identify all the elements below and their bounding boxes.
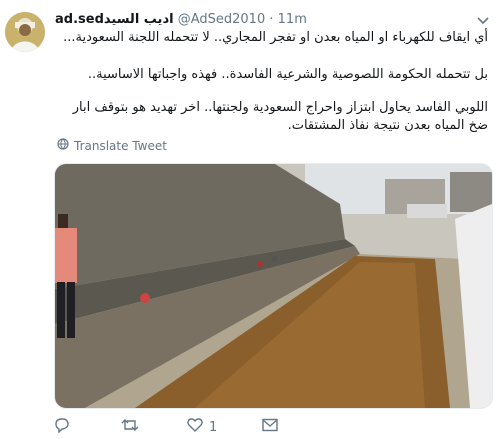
tweet-header: ad.sedاديب السيد @AdSed2010 · 11m xyxy=(55,11,307,29)
translate-tweet-label: Translate Tweet xyxy=(74,138,167,153)
translate-tweet-link[interactable]: Translate Tweet xyxy=(57,138,167,153)
author-name[interactable]: ad.sedاديب السيد xyxy=(55,12,174,27)
avatar[interactable] xyxy=(5,12,45,52)
retweet-button[interactable] xyxy=(121,417,145,437)
reply-button[interactable] xyxy=(54,417,76,437)
tweet-card[interactable]: ad.sedاديب السيد @AdSed2010 · 11m أي ايق… xyxy=(0,0,500,439)
tweet-text-line-3: اللوبي الفاسد يحاول ابتزاز واحراج السعود… xyxy=(72,100,488,133)
retweet-icon xyxy=(121,417,139,437)
chevron-down-icon[interactable] xyxy=(476,12,490,26)
direct-message-button[interactable] xyxy=(262,417,284,437)
street-flood-photo xyxy=(55,164,492,408)
globe-icon xyxy=(57,138,69,153)
tweet-text-line-1: أي ايقاف للكهرباء او المياه بعدن او تفجر… xyxy=(63,30,488,45)
tweet-text-line-2: بل تتحمله الحكومة اللصوصية والشرعية الفا… xyxy=(87,67,488,82)
like-count: 1 xyxy=(209,419,218,435)
tweet-actions: 1 xyxy=(54,417,434,437)
avatar-image xyxy=(5,12,45,52)
tweet-timestamp[interactable]: 11m xyxy=(278,12,307,27)
like-button[interactable]: 1 xyxy=(187,417,217,437)
header-separator: · xyxy=(269,12,274,27)
like-icon xyxy=(187,417,203,437)
author-handle[interactable]: @AdSed2010 xyxy=(178,12,266,27)
tweet-photo[interactable] xyxy=(54,163,493,409)
direct-message-icon xyxy=(262,418,278,436)
reply-icon xyxy=(54,417,70,437)
